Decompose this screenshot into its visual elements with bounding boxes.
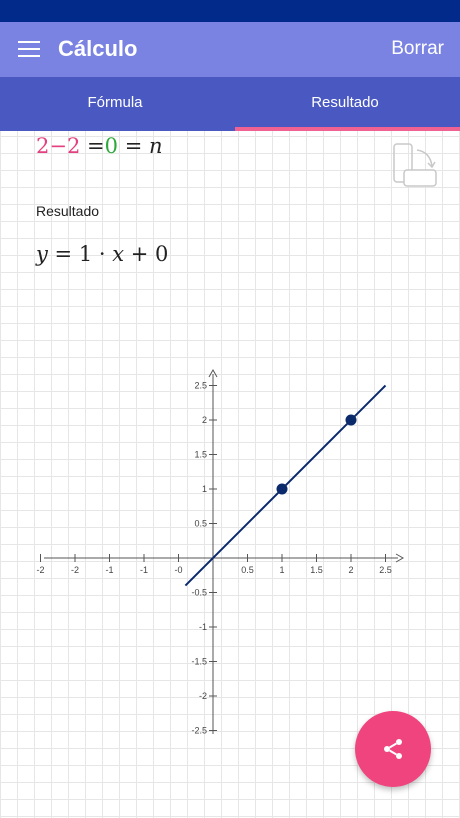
- result-equation: y = 1 · x + 0: [36, 242, 168, 266]
- equation-equals: =: [124, 134, 143, 158]
- equation-equals: =: [87, 134, 105, 158]
- x-tick-label: -1: [140, 565, 148, 575]
- function-graph[interactable]: -2 -2 -1 -1 -0 0.5 1 1.5 2 2.5 2.5 2 1.5 1 0.5 -0.5 -1 -1…: [0, 360, 460, 750]
- y-tick-label: 1: [202, 484, 207, 494]
- x-tick-label: 2.5: [379, 565, 392, 575]
- app-bar: Cálculo Borrar: [0, 22, 460, 77]
- status-bar: [0, 0, 460, 22]
- screen-rotate-icon[interactable]: [390, 142, 440, 188]
- result-plus: +: [124, 242, 156, 266]
- clear-button[interactable]: Borrar: [391, 38, 444, 60]
- result-dot: ·: [92, 242, 113, 266]
- y-tick-label: -2.5: [191, 726, 207, 736]
- x-tick-label: -2: [36, 565, 44, 575]
- equation-value: 0: [104, 134, 119, 158]
- y-tick-label: 2: [202, 415, 207, 425]
- result-slope: 1: [78, 242, 93, 266]
- y-tick-label: 0.5: [194, 519, 207, 529]
- y-tick-label: -0.5: [191, 588, 207, 598]
- x-tick-label: 0.5: [241, 565, 254, 575]
- y-tick-label: -1: [199, 622, 207, 632]
- x-tick-label: -0: [174, 565, 182, 575]
- equation-term: 2: [36, 134, 50, 158]
- x-tick-label: -1: [105, 565, 113, 575]
- input-equation: 2−2 =0 = n: [36, 134, 163, 158]
- x-tick-label: -2: [71, 565, 79, 575]
- equation-operator: −: [49, 134, 67, 158]
- data-point: [345, 414, 357, 426]
- y-tick-label: 2.5: [194, 381, 207, 391]
- y-tick-label: -1.5: [191, 657, 207, 667]
- result-intercept: 0: [155, 242, 169, 266]
- tab-bar: Fórmula Resultado: [0, 77, 460, 131]
- active-tab-indicator: [235, 127, 460, 131]
- result-x: x: [112, 242, 125, 266]
- tab-result[interactable]: Resultado: [230, 77, 460, 131]
- app-title: Cálculo: [58, 36, 138, 61]
- x-tick-label: 1: [279, 565, 284, 575]
- result-heading: Resultado: [36, 203, 100, 219]
- equation-term: 2: [66, 134, 81, 158]
- y-tick-label: 1.5: [194, 450, 207, 460]
- result-equals: =: [47, 242, 79, 266]
- menu-icon[interactable]: [18, 41, 40, 59]
- equation-variable: n: [149, 134, 163, 158]
- data-point: [276, 483, 288, 495]
- share-icon: [384, 739, 402, 759]
- tab-formula[interactable]: Fórmula: [0, 77, 230, 131]
- x-tick-label: 1.5: [310, 565, 323, 575]
- share-button[interactable]: [355, 711, 431, 787]
- x-tick-label: 2: [348, 565, 353, 575]
- y-tick-label: -2: [199, 691, 207, 701]
- result-y: y: [36, 242, 48, 266]
